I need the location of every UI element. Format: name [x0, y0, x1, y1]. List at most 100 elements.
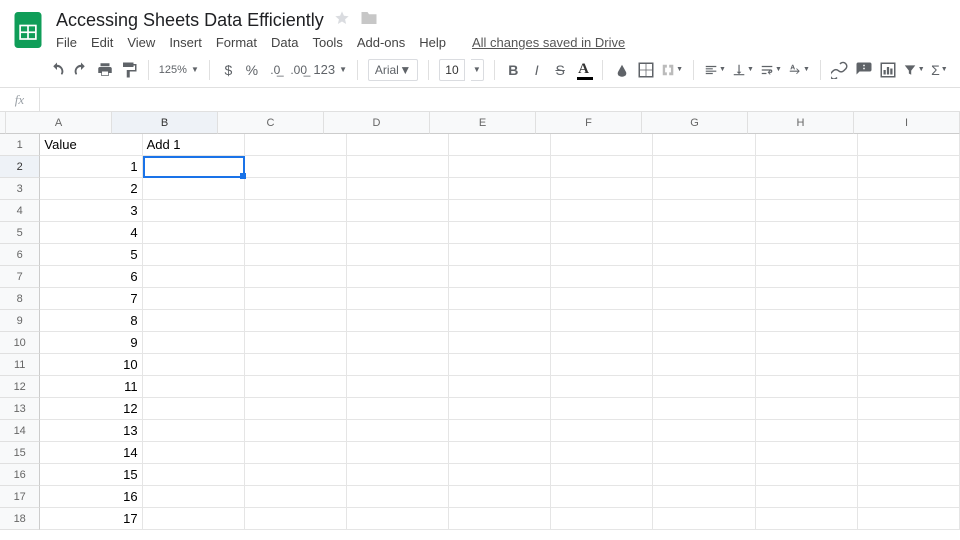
- row-header[interactable]: 8: [0, 288, 40, 310]
- cell[interactable]: [551, 420, 653, 442]
- row-header[interactable]: 7: [0, 266, 40, 288]
- menu-insert[interactable]: Insert: [169, 35, 202, 50]
- cell[interactable]: [143, 508, 245, 530]
- cell[interactable]: [143, 200, 245, 222]
- cell[interactable]: [449, 464, 551, 486]
- number-format-dropdown[interactable]: 123▼: [313, 62, 347, 77]
- cell[interactable]: 13: [40, 420, 142, 442]
- cell[interactable]: [653, 266, 755, 288]
- cell[interactable]: [143, 310, 245, 332]
- cell[interactable]: 6: [40, 266, 142, 288]
- menu-help[interactable]: Help: [419, 35, 446, 50]
- row-header[interactable]: 10: [0, 332, 40, 354]
- cell[interactable]: [551, 156, 653, 178]
- cell[interactable]: [347, 398, 449, 420]
- cell[interactable]: [653, 244, 755, 266]
- cell[interactable]: [653, 134, 755, 156]
- cell[interactable]: [551, 178, 653, 200]
- cell[interactable]: [858, 288, 960, 310]
- cell[interactable]: 1: [40, 156, 142, 178]
- cell[interactable]: [858, 266, 960, 288]
- cell[interactable]: [449, 178, 551, 200]
- cell[interactable]: [756, 200, 858, 222]
- cell[interactable]: [551, 464, 653, 486]
- zoom-dropdown[interactable]: 125%▼: [159, 64, 199, 76]
- column-header-E[interactable]: E: [430, 112, 536, 134]
- cell[interactable]: [653, 464, 755, 486]
- cell[interactable]: [756, 266, 858, 288]
- currency-icon[interactable]: $: [220, 59, 237, 81]
- sheets-logo-icon[interactable]: [12, 10, 44, 50]
- cell[interactable]: [347, 178, 449, 200]
- cell[interactable]: [653, 376, 755, 398]
- cell[interactable]: [551, 354, 653, 376]
- text-color-icon[interactable]: A: [575, 59, 592, 81]
- cell[interactable]: [551, 376, 653, 398]
- cell[interactable]: [245, 310, 347, 332]
- cell[interactable]: [858, 508, 960, 530]
- borders-icon[interactable]: [637, 59, 655, 81]
- column-header-C[interactable]: C: [218, 112, 324, 134]
- cell[interactable]: [449, 398, 551, 420]
- cell[interactable]: [143, 486, 245, 508]
- row-header[interactable]: 9: [0, 310, 40, 332]
- fill-color-icon[interactable]: [613, 59, 631, 81]
- cell[interactable]: [653, 486, 755, 508]
- star-icon[interactable]: [334, 10, 350, 31]
- font-size-dropdown-icon[interactable]: ▼: [471, 59, 484, 81]
- cell[interactable]: 7: [40, 288, 142, 310]
- row-header[interactable]: 2: [0, 156, 40, 178]
- cell[interactable]: [449, 156, 551, 178]
- cell[interactable]: [858, 376, 960, 398]
- column-header-D[interactable]: D: [324, 112, 430, 134]
- cell[interactable]: [756, 420, 858, 442]
- column-header-H[interactable]: H: [748, 112, 854, 134]
- cell[interactable]: [756, 442, 858, 464]
- cell[interactable]: [347, 222, 449, 244]
- row-header[interactable]: 4: [0, 200, 40, 222]
- cell[interactable]: [756, 134, 858, 156]
- cell[interactable]: [756, 310, 858, 332]
- cell[interactable]: [449, 266, 551, 288]
- insert-comment-icon[interactable]: [855, 59, 873, 81]
- folder-icon[interactable]: [360, 10, 378, 31]
- cell[interactable]: 3: [40, 200, 142, 222]
- cell[interactable]: [551, 222, 653, 244]
- cell[interactable]: [653, 332, 755, 354]
- cell[interactable]: [756, 244, 858, 266]
- print-icon[interactable]: [96, 59, 114, 81]
- cell[interactable]: [143, 266, 245, 288]
- row-header[interactable]: 16: [0, 464, 40, 486]
- cell[interactable]: [245, 464, 347, 486]
- row-header[interactable]: 17: [0, 486, 40, 508]
- increase-decimal-icon[interactable]: .00̲: [290, 59, 307, 81]
- save-status[interactable]: All changes saved in Drive: [472, 35, 625, 50]
- cell[interactable]: Add 1: [143, 134, 245, 156]
- cell[interactable]: Value: [40, 134, 142, 156]
- cell[interactable]: [143, 398, 245, 420]
- row-header[interactable]: 11: [0, 354, 40, 376]
- bold-icon[interactable]: B: [505, 59, 522, 81]
- column-header-F[interactable]: F: [536, 112, 642, 134]
- cell[interactable]: [858, 134, 960, 156]
- cell[interactable]: [551, 332, 653, 354]
- menu-format[interactable]: Format: [216, 35, 257, 50]
- cell[interactable]: 8: [40, 310, 142, 332]
- text-rotation-icon[interactable]: ▼: [788, 59, 810, 81]
- menu-edit[interactable]: Edit: [91, 35, 113, 50]
- cell[interactable]: [449, 332, 551, 354]
- decrease-decimal-icon[interactable]: .0̲: [267, 59, 284, 81]
- cell[interactable]: [756, 354, 858, 376]
- strikethrough-icon[interactable]: S: [551, 59, 568, 81]
- cell[interactable]: [143, 420, 245, 442]
- cell[interactable]: [143, 244, 245, 266]
- cell[interactable]: [653, 354, 755, 376]
- column-header-G[interactable]: G: [642, 112, 748, 134]
- cell[interactable]: [858, 178, 960, 200]
- cell[interactable]: [449, 376, 551, 398]
- cell[interactable]: [143, 156, 245, 178]
- menu-view[interactable]: View: [127, 35, 155, 50]
- cell[interactable]: [756, 332, 858, 354]
- cell[interactable]: [858, 398, 960, 420]
- cell[interactable]: [756, 508, 858, 530]
